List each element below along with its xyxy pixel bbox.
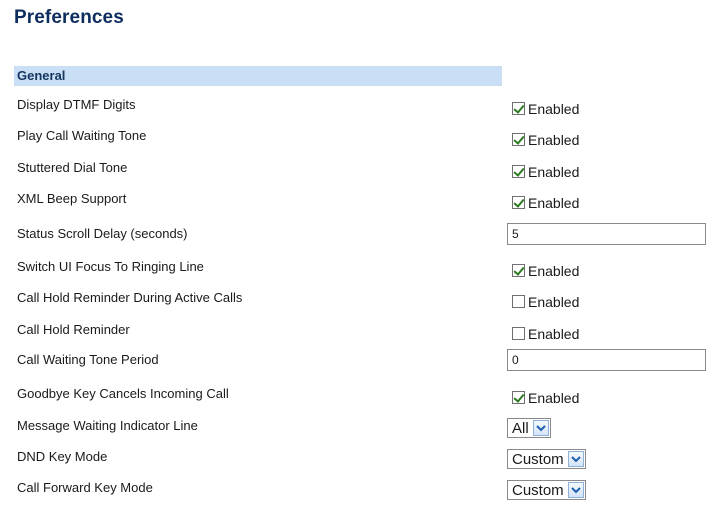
- setting-row-call-forward-key-mode: Call Forward Key Mode Custom: [0, 474, 711, 505]
- checkbox-label: Enabled: [528, 101, 580, 117]
- call-hold-reminder-active-checkbox[interactable]: Enabled: [512, 291, 580, 310]
- chevron-down-icon[interactable]: [567, 451, 584, 467]
- setting-label: DND Key Mode: [17, 449, 108, 464]
- checkbox-label: Enabled: [528, 390, 580, 406]
- setting-label: Goodbye Key Cancels Incoming Call: [17, 386, 229, 401]
- setting-row-stuttered-dial-tone: Stuttered Dial Tone Enabled: [0, 154, 711, 185]
- setting-row-switch-ui-focus: Switch UI Focus To Ringing Line Enabled: [0, 253, 711, 284]
- section-header-general: General: [14, 66, 502, 86]
- setting-label: XML Beep Support: [17, 191, 127, 206]
- section-title: General: [17, 68, 66, 83]
- setting-label: Call Hold Reminder: [17, 322, 130, 337]
- checkbox-icon[interactable]: [512, 196, 525, 209]
- setting-row-dnd-key-mode: DND Key Mode Custom: [0, 443, 711, 474]
- goodbye-key-cancels-checkbox[interactable]: Enabled: [512, 387, 580, 406]
- setting-row-call-hold-reminder-active: Call Hold Reminder During Active Calls E…: [0, 284, 711, 315]
- call-hold-reminder-checkbox[interactable]: Enabled: [512, 323, 580, 342]
- status-scroll-delay-input[interactable]: [507, 223, 706, 245]
- select-value: Custom: [512, 450, 564, 468]
- checkbox-label: Enabled: [528, 164, 580, 180]
- call-forward-key-mode-select[interactable]: Custom: [507, 480, 586, 500]
- chevron-down-icon[interactable]: [532, 420, 549, 436]
- checkbox-icon[interactable]: [512, 102, 525, 115]
- checkbox-label: Enabled: [528, 294, 580, 310]
- setting-row-call-waiting-tone-period: Call Waiting Tone Period: [0, 346, 711, 377]
- setting-row-call-hold-reminder: Call Hold Reminder Enabled: [0, 316, 711, 347]
- setting-row-display-dtmf-digits: Display DTMF Digits Enabled: [0, 91, 711, 122]
- select-value: All: [512, 419, 529, 437]
- message-waiting-indicator-line-select[interactable]: All: [507, 418, 551, 438]
- switch-ui-focus-checkbox[interactable]: Enabled: [512, 260, 580, 279]
- checkbox-label: Enabled: [528, 195, 580, 211]
- checkbox-icon[interactable]: [512, 295, 525, 308]
- setting-row-status-scroll-delay: Status Scroll Delay (seconds): [0, 220, 711, 251]
- call-waiting-tone-period-input[interactable]: [507, 349, 706, 371]
- page-title: Preferences: [14, 7, 124, 28]
- checkbox-label: Enabled: [528, 326, 580, 342]
- setting-row-xml-beep-support: XML Beep Support Enabled: [0, 185, 711, 216]
- setting-label: Play Call Waiting Tone: [17, 128, 147, 143]
- chevron-down-icon[interactable]: [567, 482, 584, 498]
- checkbox-icon[interactable]: [512, 264, 525, 277]
- setting-row-goodbye-key-cancels: Goodbye Key Cancels Incoming Call Enable…: [0, 380, 711, 411]
- display-dtmf-digits-checkbox[interactable]: Enabled: [512, 98, 580, 117]
- checkbox-icon[interactable]: [512, 133, 525, 146]
- play-call-waiting-tone-checkbox[interactable]: Enabled: [512, 129, 580, 148]
- setting-label: Switch UI Focus To Ringing Line: [17, 259, 204, 274]
- setting-label: Display DTMF Digits: [17, 97, 136, 112]
- setting-row-play-call-waiting-tone: Play Call Waiting Tone Enabled: [0, 122, 711, 153]
- checkbox-icon[interactable]: [512, 391, 525, 404]
- setting-label: Call Forward Key Mode: [17, 480, 153, 495]
- checkbox-icon[interactable]: [512, 327, 525, 340]
- setting-label: Call Waiting Tone Period: [17, 352, 159, 367]
- setting-label: Call Hold Reminder During Active Calls: [17, 290, 243, 305]
- checkbox-icon[interactable]: [512, 165, 525, 178]
- xml-beep-support-checkbox[interactable]: Enabled: [512, 192, 580, 211]
- setting-label: Status Scroll Delay (seconds): [17, 226, 188, 241]
- checkbox-label: Enabled: [528, 263, 580, 279]
- select-value: Custom: [512, 481, 564, 499]
- setting-label: Message Waiting Indicator Line: [17, 418, 198, 433]
- checkbox-label: Enabled: [528, 132, 580, 148]
- dnd-key-mode-select[interactable]: Custom: [507, 449, 586, 469]
- stuttered-dial-tone-checkbox[interactable]: Enabled: [512, 161, 580, 180]
- setting-label: Stuttered Dial Tone: [17, 160, 128, 175]
- setting-row-message-waiting-indicator-line: Message Waiting Indicator Line All: [0, 412, 711, 443]
